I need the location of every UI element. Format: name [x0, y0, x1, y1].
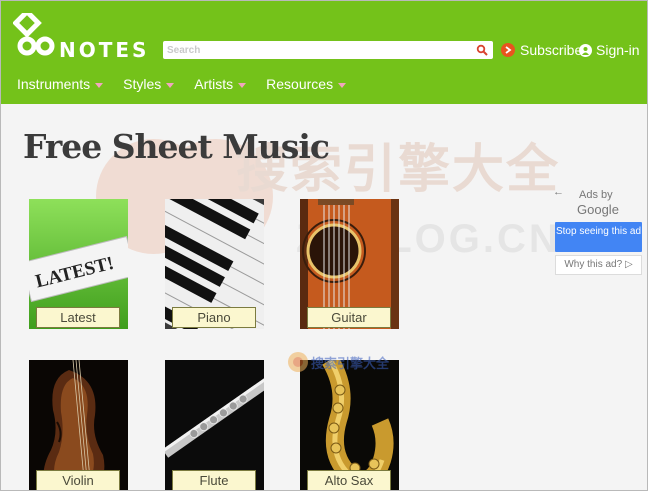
chevron-down-icon [166, 82, 175, 88]
search-box[interactable] [163, 41, 493, 59]
why-this-ad-button[interactable]: Why this ad? ▷ [555, 255, 642, 275]
chevron-down-icon [95, 82, 104, 88]
search-input[interactable] [167, 42, 467, 58]
category-tile-alto-sax[interactable]: Alto Sax [300, 360, 399, 490]
tile-label: Violin [36, 470, 120, 490]
subscribe-label: Subscribe [520, 42, 583, 58]
nav-item-instruments[interactable]: Instruments [17, 76, 104, 92]
category-tile-violin[interactable]: Violin [29, 360, 128, 490]
chevron-down-icon [238, 82, 247, 88]
main-nav: Instruments Styles Artists Resources [17, 76, 366, 92]
category-tile-piano[interactable]: Piano [165, 199, 264, 329]
search-icon[interactable] [476, 44, 488, 56]
nav-item-label: Artists [194, 76, 234, 92]
nav-item-label: Resources [266, 76, 334, 92]
user-icon [579, 43, 592, 57]
stop-seeing-ad-button[interactable]: Stop seeing this ad [555, 222, 642, 252]
signin-label: Sign-in [596, 42, 640, 58]
category-tile-guitar[interactable]: Guitar [300, 199, 399, 329]
signin-link[interactable]: Sign-in [579, 41, 640, 59]
nav-item-label: Instruments [17, 76, 91, 92]
category-tile-flute[interactable]: Flute [165, 360, 264, 490]
subscribe-arrow-icon [501, 43, 515, 57]
category-tile-latest[interactable]: LATEST! Latest [29, 199, 128, 329]
tile-label: Latest [36, 307, 120, 328]
ads-by-label: Ads by [579, 189, 613, 201]
nav-item-resources[interactable]: Resources [266, 76, 347, 92]
tile-label: Flute [172, 470, 256, 490]
subscribe-link[interactable]: Subscribe [501, 41, 582, 59]
nav-item-label: Styles [123, 76, 162, 92]
nav-item-artists[interactable]: Artists [194, 76, 247, 92]
google-label: Google [577, 202, 619, 217]
tile-label: Guitar [307, 307, 391, 328]
brand-name[interactable]: NOTES [59, 39, 149, 61]
tile-label: Alto Sax [307, 470, 391, 490]
back-arrow-icon[interactable]: ← [553, 186, 564, 198]
site-header: NOTES Subscribe Sign-in Instruments Styl… [1, 1, 647, 104]
page-title: Free Sheet Music [23, 127, 330, 166]
notes-logo-icon[interactable] [13, 13, 57, 57]
tile-label: Piano [172, 307, 256, 328]
chevron-down-icon [338, 82, 347, 88]
nav-item-styles[interactable]: Styles [123, 76, 175, 92]
